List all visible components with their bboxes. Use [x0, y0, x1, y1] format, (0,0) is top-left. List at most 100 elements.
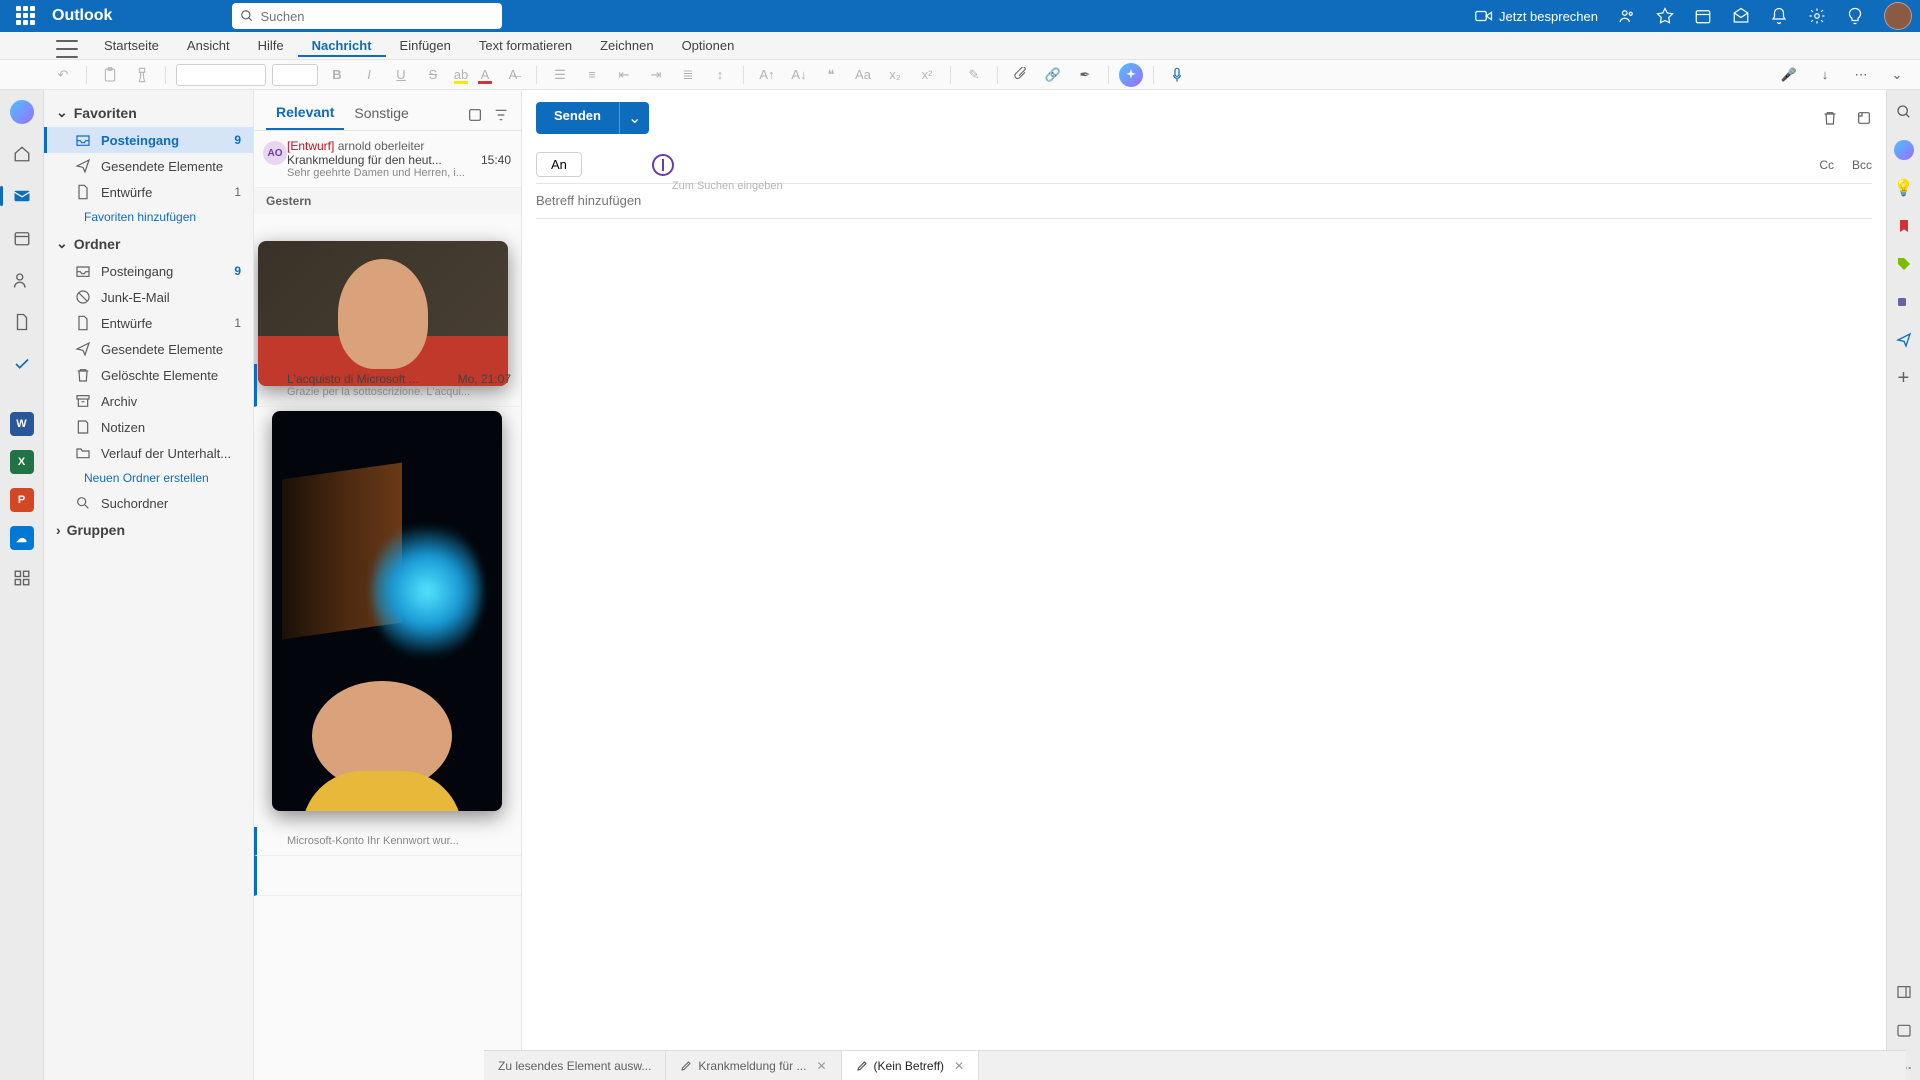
message-item[interactable]: Microsoft-Konto Ihr Kennwort wur...: [254, 827, 521, 856]
right-tag-icon[interactable]: [1892, 252, 1916, 276]
teams-icon[interactable]: [1618, 7, 1636, 25]
rail-word-icon[interactable]: W: [10, 412, 34, 436]
fav-inbox[interactable]: Posteingang 9: [44, 127, 253, 153]
signature-icon[interactable]: ✒: [1072, 63, 1098, 87]
tab-help[interactable]: Hilfe: [244, 34, 298, 57]
to-input[interactable]: [592, 157, 1801, 172]
download-icon[interactable]: ↓: [1812, 63, 1838, 87]
strike-button[interactable]: S: [420, 63, 446, 87]
ord-history[interactable]: Verlauf der Unterhalt...: [44, 440, 253, 466]
number-list-button[interactable]: ≡: [579, 63, 605, 87]
calendar-day-icon[interactable]: [1694, 7, 1712, 25]
tab-options[interactable]: Optionen: [668, 34, 749, 57]
styles-button[interactable]: ✎: [961, 63, 987, 87]
premium-icon[interactable]: [1656, 7, 1674, 25]
increase-font-button[interactable]: A↑: [754, 63, 780, 87]
ord-archive[interactable]: Archiv: [44, 388, 253, 414]
right-addin-icon[interactable]: [1892, 328, 1916, 352]
tab-message[interactable]: Nachricht: [298, 34, 386, 57]
close-icon[interactable]: ✕: [816, 1059, 826, 1073]
underline-button[interactable]: U: [388, 63, 414, 87]
tab-insert[interactable]: Einfügen: [386, 34, 465, 57]
rail-people-icon[interactable]: [8, 266, 36, 294]
line-spacing-button[interactable]: ↕: [707, 63, 733, 87]
subscript-button[interactable]: x₂: [882, 63, 908, 87]
italic-button[interactable]: I: [356, 63, 382, 87]
rail-excel-icon[interactable]: X: [10, 450, 34, 474]
right-plus-icon[interactable]: +: [1892, 366, 1916, 390]
rail-more-apps-icon[interactable]: [8, 564, 36, 592]
tab-format[interactable]: Text formatieren: [465, 34, 586, 57]
collapse-ribbon-icon[interactable]: ⌄: [1884, 63, 1910, 87]
mail-open-icon[interactable]: [1732, 7, 1750, 25]
app-launcher-icon[interactable]: [16, 6, 36, 26]
rail-home-icon[interactable]: [8, 140, 36, 168]
bcc-button[interactable]: Bcc: [1852, 158, 1872, 172]
tab-other[interactable]: Sonstige: [344, 101, 418, 129]
tab-view[interactable]: Ansicht: [173, 34, 244, 57]
bell-icon[interactable]: [1770, 7, 1788, 25]
select-all-icon[interactable]: [467, 107, 483, 123]
filter-icon[interactable]: [493, 107, 509, 123]
dictate-icon[interactable]: [1164, 63, 1190, 87]
attach-icon[interactable]: [1008, 63, 1034, 87]
copilot-icon[interactable]: [1119, 63, 1143, 87]
send-dropdown[interactable]: ⌄: [619, 102, 649, 134]
message-item[interactable]: [254, 856, 521, 896]
section-folders[interactable]: ⌄ Ordner: [44, 229, 253, 258]
highlight-button[interactable]: ab: [452, 66, 470, 84]
to-button[interactable]: An: [536, 152, 582, 177]
ord-notes[interactable]: Notizen: [44, 414, 253, 440]
indent-button[interactable]: ⇥: [643, 63, 669, 87]
right-copilot-icon[interactable]: [1892, 138, 1916, 162]
tab-draw[interactable]: Zeichnen: [586, 34, 667, 57]
format-painter-icon[interactable]: [129, 63, 155, 87]
font-color-button[interactable]: A: [476, 66, 494, 84]
right-teams-icon[interactable]: [1892, 290, 1916, 314]
outdent-button[interactable]: ⇤: [611, 63, 637, 87]
add-favorite-link[interactable]: Favoriten hinzufügen: [44, 205, 253, 229]
more-icon[interactable]: ⋯: [1848, 63, 1874, 87]
rail-files-icon[interactable]: [8, 308, 36, 336]
immersive-icon[interactable]: 🎤: [1776, 63, 1802, 87]
bottom-tab-draft1[interactable]: Krankmeldung für ... ✕: [666, 1051, 841, 1080]
gear-icon[interactable]: [1808, 7, 1826, 25]
case-button[interactable]: Aa: [850, 63, 876, 87]
section-groups[interactable]: › Gruppen: [44, 516, 253, 544]
ord-searchfolders[interactable]: Suchordner: [44, 490, 253, 516]
fav-drafts[interactable]: Entwürfe 1: [44, 179, 253, 205]
rail-onedrive-icon[interactable]: ☁: [10, 526, 34, 550]
paste-icon[interactable]: [97, 63, 123, 87]
copilot-rail-icon[interactable]: [8, 98, 36, 126]
quote-button[interactable]: ❝: [818, 63, 844, 87]
right-calendar-icon[interactable]: [1892, 1018, 1916, 1042]
right-bookmark-icon[interactable]: [1892, 214, 1916, 238]
message-body[interactable]: [536, 219, 1872, 1068]
right-search-icon[interactable]: [1892, 100, 1916, 124]
ord-deleted[interactable]: Gelöschte Elemente: [44, 362, 253, 388]
right-ideas-icon[interactable]: 💡: [1892, 176, 1916, 200]
subject-input[interactable]: [536, 193, 1872, 208]
link-icon[interactable]: 🔗: [1040, 63, 1066, 87]
message-item[interactable]: L'acquisto di Microsoft ...Mo, 21:07 Gra…: [254, 364, 521, 407]
popout-icon[interactable]: [1856, 110, 1872, 126]
bold-button[interactable]: B: [324, 63, 350, 87]
rail-ppt-icon[interactable]: P: [10, 488, 34, 512]
tab-home[interactable]: Startseite: [90, 34, 173, 57]
ord-drafts[interactable]: Entwürfe1: [44, 310, 253, 336]
tab-focused[interactable]: Relevant: [266, 100, 344, 130]
section-favorites[interactable]: ⌄ Favoriten: [44, 98, 253, 127]
close-icon[interactable]: ✕: [954, 1059, 964, 1073]
bottom-tab-unread[interactable]: Zu lesendes Element ausw...: [484, 1051, 666, 1080]
new-folder-link[interactable]: Neuen Ordner erstellen: [44, 466, 253, 490]
ord-junk[interactable]: Junk-E-Mail: [44, 284, 253, 310]
rail-calendar-icon[interactable]: [8, 224, 36, 252]
meet-now-button[interactable]: Jetzt besprechen: [1475, 9, 1598, 24]
align-button[interactable]: ≣: [675, 63, 701, 87]
search-input[interactable]: [260, 9, 494, 24]
user-avatar[interactable]: [1884, 2, 1912, 30]
ord-sent[interactable]: Gesendete Elemente: [44, 336, 253, 362]
bottom-tab-draft2[interactable]: (Kein Betreff) ✕: [842, 1051, 980, 1080]
send-button[interactable]: Senden: [536, 102, 619, 134]
rail-mail-icon[interactable]: [8, 182, 36, 210]
